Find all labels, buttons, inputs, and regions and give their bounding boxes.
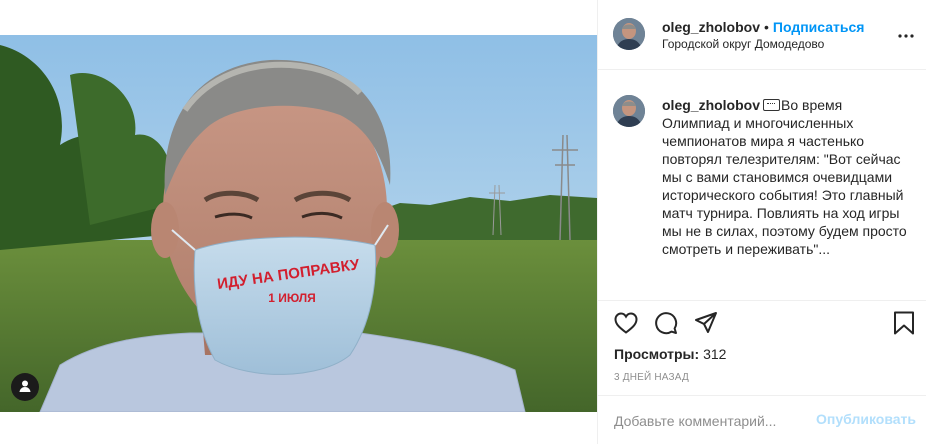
caption-body: Во время Олимпиад и многочисленных чемпи…: [662, 97, 907, 257]
post-location[interactable]: Городской округ Домодедово: [662, 37, 824, 51]
video-frame-illustration: ИДУ НА ПОПРАВКУ 1 ИЮЛЯ: [0, 35, 597, 412]
add-comment-section: Опубликовать: [598, 395, 926, 444]
bookmark-icon: [893, 311, 915, 340]
post-side-panel: oleg_zholobov • Подписаться Городской окру…: [597, 0, 926, 444]
views-label: Просмотры:: [614, 346, 700, 362]
more-dots-icon: [898, 25, 914, 43]
heart-icon: [614, 311, 638, 339]
views-count: 312: [703, 346, 727, 362]
tagged-users-button[interactable]: [11, 373, 39, 401]
speech-balloon-icon: [763, 99, 780, 111]
paper-plane-icon: [694, 311, 718, 340]
view-count[interactable]: Просмотры: 312: [614, 346, 726, 362]
separator-dot: •: [764, 19, 769, 35]
post-actions-bar: [598, 300, 926, 348]
more-options-button[interactable]: [897, 25, 915, 43]
post-timestamp[interactable]: 3 ДНЕЙ НАЗАД: [614, 372, 689, 383]
save-button[interactable]: [890, 311, 918, 339]
post-media-pane: ИДУ НА ПОПРАВКУ 1 ИЮЛЯ: [0, 0, 597, 444]
publish-comment-button[interactable]: Опубликовать: [816, 411, 916, 427]
person-icon: [18, 379, 32, 396]
like-button[interactable]: [612, 311, 640, 339]
comment-icon: [654, 311, 678, 340]
follow-button[interactable]: Подписаться: [773, 19, 865, 35]
post-caption: oleg_zholobov Во время Олимпиад и многочи…: [662, 96, 912, 258]
caption-author-avatar[interactable]: [613, 95, 645, 127]
mask-text-line2: 1 ИЮЛЯ: [268, 291, 316, 305]
author-username[interactable]: oleg_zholobov: [662, 19, 760, 35]
comment-input[interactable]: [614, 410, 814, 432]
post-header: oleg_zholobov • Подписаться Городской окру…: [598, 0, 926, 70]
caption-area: oleg_zholobov Во время Олимпиад и многочи…: [598, 71, 926, 300]
author-avatar[interactable]: [613, 18, 645, 50]
caption-username[interactable]: oleg_zholobov: [662, 97, 760, 113]
share-button[interactable]: [692, 311, 720, 339]
post-video[interactable]: ИДУ НА ПОПРАВКУ 1 ИЮЛЯ: [0, 35, 597, 412]
comment-button[interactable]: [652, 311, 680, 339]
